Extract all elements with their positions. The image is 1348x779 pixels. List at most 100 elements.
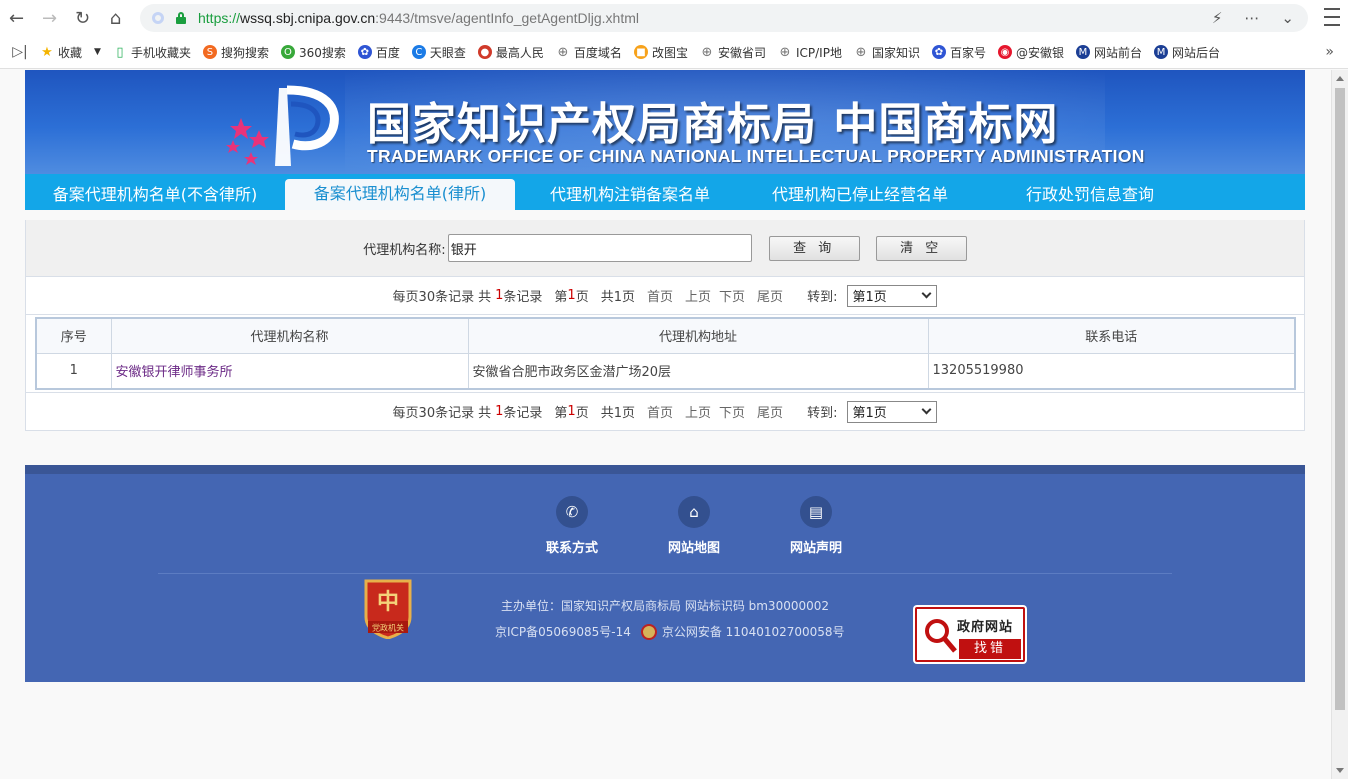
vertical-scrollbar[interactable] [1331, 70, 1348, 779]
bookmark-item[interactable]: ⊕ 国家知识 [854, 44, 920, 61]
lightning-icon[interactable]: ⚡︎ [1212, 9, 1223, 27]
site-icon: M [1076, 45, 1090, 59]
bookmark-item[interactable]: O 360搜索 [280, 44, 346, 61]
bookmark-item[interactable]: ✿ 百家号 [931, 44, 986, 61]
column-header: 代理机构地址 [467, 317, 929, 354]
bookmarks-more-icon[interactable]: » [1325, 44, 1334, 60]
agency-address: 安徽省合肥市政务区金潜广场20层 [467, 352, 929, 390]
bookmark-item[interactable]: ■ 改图宝 [633, 44, 688, 61]
agency-phone: 13205519980 [927, 352, 1296, 390]
column-header: 联系电话 [927, 317, 1296, 354]
next-page-link[interactable]: 下页 [719, 402, 745, 421]
bookmark-item[interactable]: ✿ 百度 [357, 44, 400, 61]
bookmark-item[interactable]: ● 最高人民 [477, 44, 544, 61]
table-row: 1 安徽银开律师事务所 安徽省合肥市政务区金潜广场20层 13205519980 [35, 352, 1296, 390]
results-table: 序号 代理机构名称 代理机构地址 联系电话 1 安徽银开律师事务所 安徽省合肥市政务区金潜… [35, 317, 1296, 390]
browser-menu-icon[interactable] [1324, 8, 1340, 26]
url-text: https://wssq.sbj.cnipa.gov.cn:9443/tmsve… [198, 10, 639, 26]
gov-site-error-report-button[interactable]: 政府网站 找错 [915, 607, 1025, 662]
360-icon: O [280, 45, 295, 59]
next-page-link[interactable]: 下页 [719, 286, 745, 305]
scroll-thumb[interactable] [1335, 88, 1345, 710]
sidebar-toggle-icon[interactable]: ▷| [0, 44, 40, 60]
address-bar[interactable]: https://wssq.sbj.cnipa.gov.cn:9443/tmsve… [140, 4, 1308, 32]
tianyancha-icon: C [411, 45, 426, 59]
reload-button[interactable]: ↻ [66, 0, 99, 36]
site-banner: 国家知识产权局商标局 中国商标网 TRADEMARK OFFICE OF CHI… [25, 70, 1305, 174]
column-header: 序号 [35, 317, 112, 354]
scroll-down-icon[interactable] [1336, 768, 1344, 773]
agency-name-link[interactable]: 安徽银开律师事务所 [110, 352, 469, 390]
page-select[interactable]: 第1页 [847, 284, 938, 307]
weibo-icon: ◉ [997, 45, 1012, 59]
sogou-icon: S [202, 45, 217, 59]
court-icon: ● [477, 45, 492, 59]
back-button[interactable]: ← [0, 0, 33, 36]
first-page-link[interactable]: 首页 [647, 402, 673, 421]
star-icon: ★ [41, 44, 53, 60]
police-record-link[interactable]: 京公网安备 11040102700058号 [662, 623, 845, 640]
column-header: 代理机构名称 [110, 317, 469, 354]
globe-icon: ⊕ [855, 44, 867, 60]
police-badge-icon [640, 623, 657, 640]
svg-text:中: 中 [377, 589, 399, 615]
magnifier-icon [925, 619, 957, 653]
more-dots-icon[interactable]: ⋯ [1244, 9, 1259, 27]
home-button[interactable]: ⌂ [99, 0, 132, 36]
chevron-down-icon[interactable]: ⌄ [1281, 9, 1294, 27]
footer-divider [158, 573, 1172, 574]
party-government-emblem: 中 党政机关 [364, 579, 412, 639]
bookmark-item[interactable]: ⊕ 安徽省司 [700, 44, 766, 61]
icp-link[interactable]: 京ICP备05069085号-14 [495, 623, 631, 640]
tab-4[interactable]: 代理机构已停止经营名单 [745, 180, 975, 210]
bookmark-item[interactable]: S 搜狗搜索 [202, 44, 269, 61]
document-icon: ▤ [800, 496, 832, 528]
bookmark-item[interactable]: M 网站前台 [1076, 44, 1142, 61]
bookmark-item[interactable]: ⊕ ICP/IP地 [778, 44, 842, 61]
bookmark-item[interactable]: ★ 收藏 ▼ [40, 44, 101, 61]
footer-link-2[interactable]: ⌂ 网站地图 [633, 496, 755, 556]
tab-1[interactable]: 备案代理机构名单(不含律所) [25, 180, 285, 210]
bookmark-item[interactable]: ◉ @安徽银 [997, 44, 1064, 61]
phone-icon: ✆ [556, 496, 588, 528]
scroll-up-icon[interactable] [1336, 76, 1344, 81]
forward-button[interactable]: → [33, 0, 66, 36]
prev-page-link[interactable]: 上页 [685, 286, 711, 305]
svg-text:党政机关: 党政机关 [372, 623, 404, 633]
globe-icon: ⊕ [557, 44, 569, 60]
baijiahao-icon: ✿ [931, 45, 946, 59]
clear-button[interactable]: 清 空 [875, 235, 967, 261]
banner-title-en: TRADEMARK OFFICE OF CHINA NATIONAL INTEL… [367, 146, 1145, 166]
pager-bottom: 每页30条记录 共 1 条记录 第1页 共1页 首页 上页 下页 尾页 转到: … [25, 393, 1305, 431]
tab-2[interactable]: 备案代理机构名单(律所) [285, 179, 515, 210]
page-content: 国家知识产权局商标局 中国商标网 TRADEMARK OFFICE OF CHI… [25, 70, 1305, 431]
tab-5[interactable]: 行政处罚信息查询 [975, 180, 1205, 210]
page-select[interactable]: 第1页 [847, 400, 938, 423]
last-page-link[interactable]: 尾页 [757, 286, 783, 305]
results-table-wrap: 序号 代理机构名称 代理机构地址 联系电话 1 安徽银开律师事务所 安徽省合肥市政务区金潜… [25, 315, 1305, 393]
agency-name-label: 代理机构名称: [363, 242, 446, 258]
bookmark-item[interactable]: ▯ 手机收藏夹 [113, 44, 191, 61]
caret-down-icon[interactable]: ▼ [94, 47, 101, 57]
footer-link-3[interactable]: ▤ 网站声明 [755, 496, 877, 556]
tab-bar: 备案代理机构名单(不含律所) 备案代理机构名单(律所) 代理机构注销备案名单 代理机构… [25, 174, 1305, 210]
footer-link-1[interactable]: ✆ 联系方式 [511, 496, 633, 556]
last-page-link[interactable]: 尾页 [757, 402, 783, 421]
tab-3[interactable]: 代理机构注销备案名单 [515, 180, 745, 210]
reload-icon: ↻ [74, 7, 91, 29]
prev-page-link[interactable]: 上页 [685, 402, 711, 421]
home-icon: ⌂ [109, 7, 122, 29]
lock-icon [176, 12, 186, 24]
bookmarks-bar: ▷| ★ 收藏 ▼ ▯ 手机收藏夹 S 搜狗搜索 O 360搜索 ✿ 百度 C 天眼查 ● 最高人民 ⊕ 百度域… [0, 36, 1348, 69]
first-page-link[interactable]: 首页 [647, 286, 673, 305]
bookmark-item[interactable]: M 网站后台 [1154, 44, 1220, 61]
query-button[interactable]: 查 询 [768, 235, 860, 261]
baidu-icon: ✿ [357, 45, 372, 59]
bookmark-item[interactable]: ⊕ 百度域名 [556, 44, 621, 61]
site-footer: ✆ 联系方式 ⌂ 网站地图 ▤ 网站声明 中 党政机关 主办单位：国家知识产权局商标局 网… [25, 465, 1305, 682]
search-panel: 代理机构名称: 查 询 清 空 [25, 220, 1305, 277]
bookmark-item[interactable]: C 天眼查 [411, 44, 466, 61]
forward-arrow-icon: → [41, 7, 58, 29]
agency-name-input[interactable] [447, 234, 752, 262]
footer-record-info: 京ICP备05069085号-14 京公网安备 11040102700058号 [495, 623, 845, 640]
